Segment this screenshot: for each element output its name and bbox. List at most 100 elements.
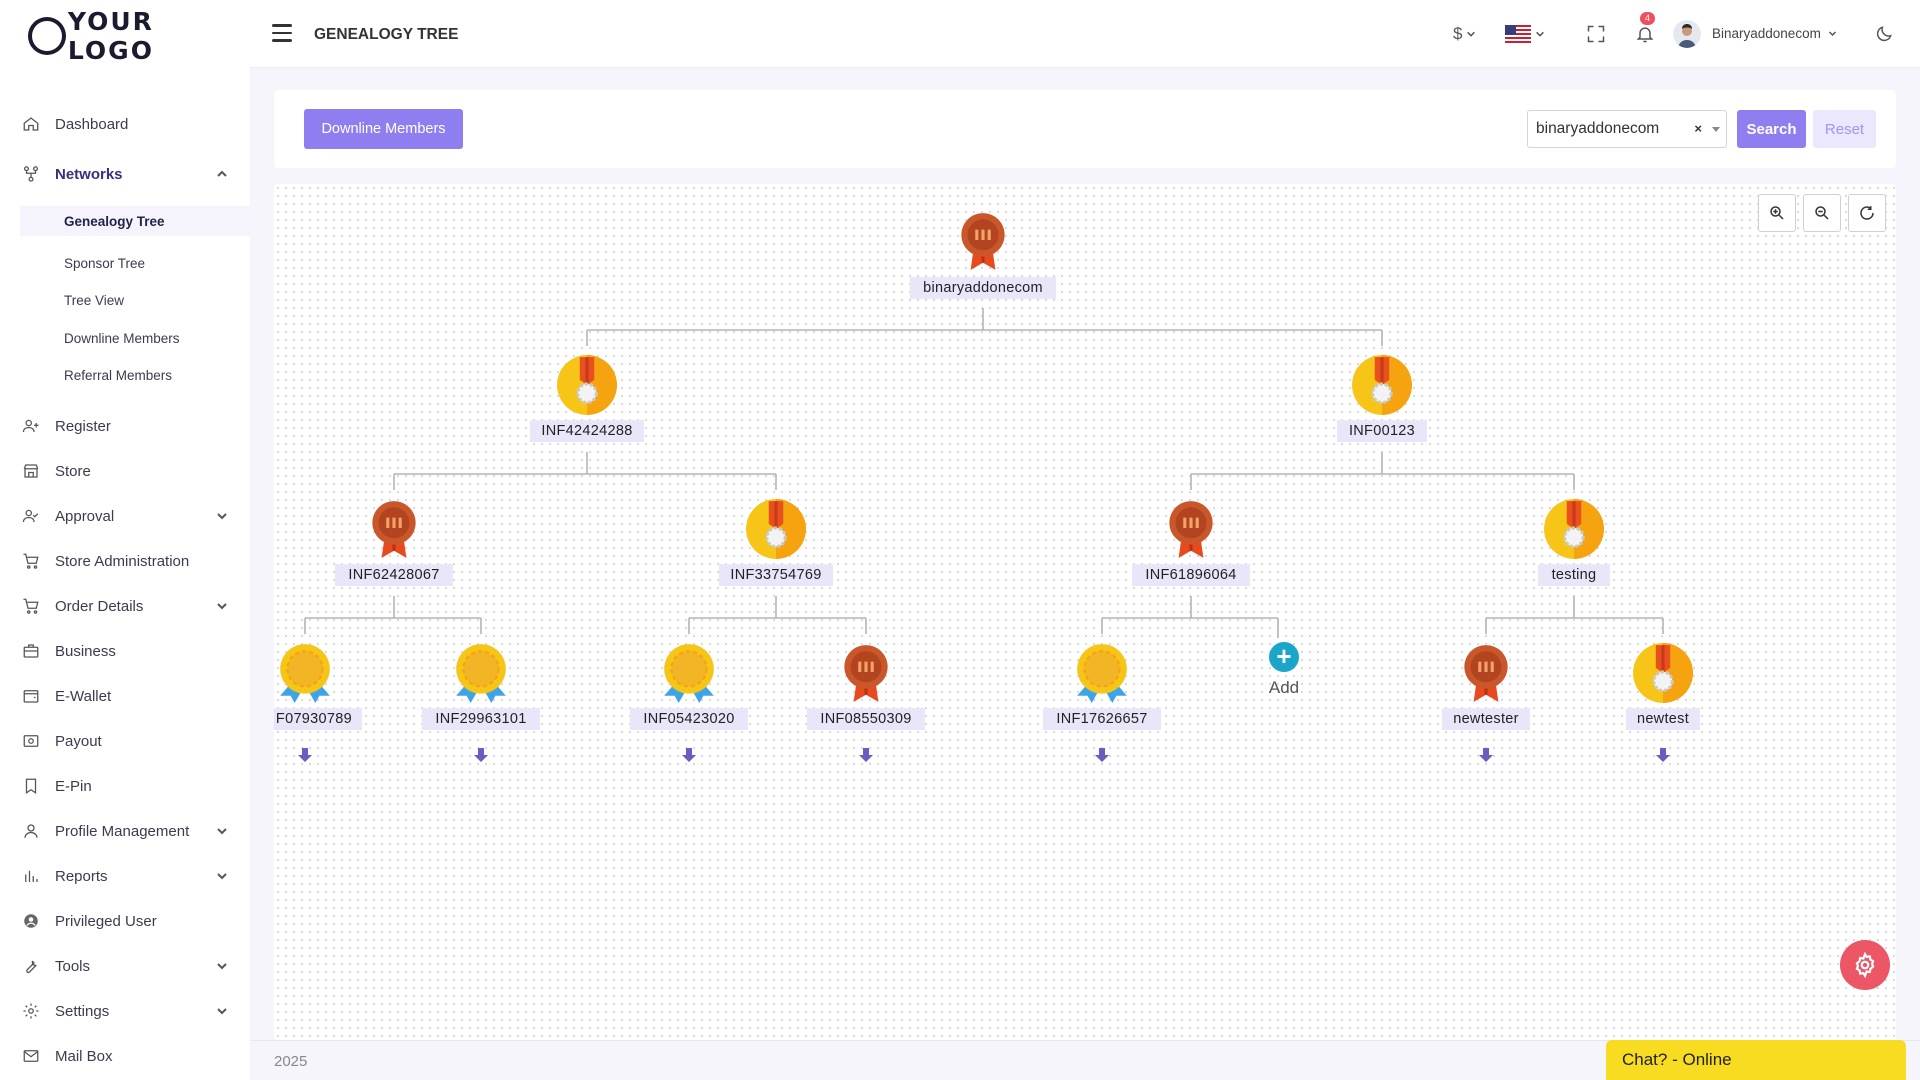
gear-icon [20, 1000, 42, 1022]
sidebar-item-profile-management[interactable]: Profile Management [20, 814, 230, 848]
sidebar-item-label: Register [55, 417, 111, 435]
tree-node-label[interactable]: INF17626657 [1043, 708, 1161, 730]
sidebar-item-business[interactable]: Business [20, 634, 230, 668]
gold-medal-blue-ribbon-icon[interactable] [450, 642, 512, 704]
tree-connector-lines [304, 308, 1664, 638]
chevron-up-icon [216, 167, 230, 181]
hamburger-menu-icon[interactable] [272, 24, 292, 42]
arrow-down-icon[interactable] [472, 746, 490, 764]
sidebar-subitem-genealogy-tree[interactable]: Genealogy Tree [20, 206, 250, 236]
sidebar-item-dashboard[interactable]: Dashboard [20, 107, 230, 141]
arrow-down-icon[interactable] [296, 746, 314, 764]
tree-node-label[interactable]: INF62428067 [335, 564, 453, 586]
gold-medal-blue-ribbon-icon[interactable] [1071, 642, 1133, 704]
sidebar-item-label: Business [55, 642, 116, 660]
tree-node-label[interactable]: binaryaddonecom [910, 277, 1056, 299]
gold-medal-blue-ribbon-icon[interactable] [658, 642, 720, 704]
reset-button[interactable]: Reset [1813, 110, 1876, 148]
dark-mode-icon[interactable] [1874, 20, 1894, 48]
gold-medal-icon[interactable] [556, 354, 618, 416]
sidebar: YOUR LOGO Dashboard Networks Genealogy T… [0, 0, 250, 1080]
zoom-out-icon[interactable] [1803, 194, 1841, 232]
add-member-button[interactable]: + Add [1254, 642, 1314, 702]
gold-medal-icon[interactable] [745, 498, 807, 560]
gold-medal-icon[interactable] [1632, 642, 1694, 704]
user-name: Binaryaddonecom [1712, 26, 1821, 41]
sidebar-subitem-tree-view[interactable]: Tree View [64, 285, 234, 315]
clear-selection-icon[interactable]: × [1694, 121, 1702, 136]
sidebar-item-register[interactable]: Register [20, 409, 230, 443]
chevron-down-icon [1467, 31, 1476, 37]
chevron-down-icon [216, 824, 230, 838]
sidebar-item-label: Approval [55, 507, 115, 525]
user-circle-icon [20, 910, 42, 932]
user-menu[interactable]: Binaryaddonecom [1712, 26, 1837, 41]
tree-node-label[interactable]: INF61896064 [1132, 564, 1250, 586]
sidebar-item-mail-box[interactable]: Mail Box [20, 1039, 230, 1073]
settings-fab-button[interactable] [1840, 940, 1890, 990]
tree-node-label[interactable]: INF29963101 [422, 708, 540, 730]
sidebar-item-approval[interactable]: Approval [20, 499, 230, 533]
reset-zoom-icon[interactable] [1848, 194, 1886, 232]
bronze-medal-icon[interactable] [363, 498, 425, 560]
bronze-medal-icon[interactable] [952, 210, 1014, 272]
sidebar-subitem-sponsor-tree[interactable]: Sponsor Tree [64, 248, 234, 278]
tree-node-label[interactable]: newtest [1626, 708, 1700, 730]
sidebar-item-order-details[interactable]: Order Details [20, 589, 230, 623]
tree-node-label[interactable]: INF42424288 [530, 420, 644, 442]
bronze-medal-icon[interactable] [1455, 642, 1517, 704]
downline-members-button[interactable]: Downline Members [304, 109, 463, 149]
plus-icon: + [1269, 642, 1299, 672]
gold-medal-icon[interactable] [1351, 354, 1413, 416]
sidebar-subitem-downline-members[interactable]: Downline Members [64, 323, 234, 353]
bronze-medal-icon[interactable] [1160, 498, 1222, 560]
logo[interactable]: YOUR LOGO [28, 7, 250, 65]
arrow-down-icon[interactable] [680, 746, 698, 764]
tree-node-label[interactable]: testing [1538, 564, 1610, 586]
bronze-medal-icon[interactable] [835, 642, 897, 704]
sidebar-item-e-wallet[interactable]: E-Wallet [20, 679, 230, 713]
sidebar-item-payout[interactable]: Payout [20, 724, 230, 758]
logo-ring-icon [28, 17, 66, 55]
arrow-down-icon[interactable] [857, 746, 875, 764]
chat-widget[interactable]: Chat? - Online [1606, 1040, 1906, 1080]
sidebar-item-label: Settings [55, 1002, 110, 1020]
arrow-down-icon[interactable] [1093, 746, 1111, 764]
sidebar-item-label: Store [55, 462, 91, 480]
genealogy-tree-canvas[interactable]: binaryaddonecom INF42424288 INF00123 INF… [274, 184, 1896, 1040]
user-select-value: binaryaddonecom [1536, 120, 1660, 137]
sidebar-item-label: Tools [55, 957, 91, 975]
language-selector[interactable] [1505, 20, 1545, 48]
sidebar-item-tools[interactable]: Tools [20, 949, 230, 983]
sidebar-item-e-pin[interactable]: E-Pin [20, 769, 230, 803]
sidebar-item-store-administration[interactable]: Store Administration [20, 544, 230, 578]
sidebar-item-settings[interactable]: Settings [20, 994, 230, 1028]
gold-medal-blue-ribbon-icon[interactable] [274, 642, 336, 704]
add-label: Add [1268, 678, 1300, 697]
tree-node-label[interactable]: INF33754769 [719, 564, 833, 586]
tree-node-label[interactable]: INF05423020 [630, 708, 748, 730]
zoom-in-icon[interactable] [1758, 194, 1796, 232]
us-flag-icon [1505, 25, 1531, 43]
tree-node-label[interactable]: newtester [1442, 708, 1530, 730]
sidebar-item-store[interactable]: Store [20, 454, 230, 488]
tree-node-label[interactable]: F07930789 [274, 708, 362, 730]
chevron-down-icon [1536, 31, 1544, 37]
avatar[interactable] [1673, 20, 1701, 48]
currency-selector[interactable]: $ [1453, 20, 1476, 48]
user-select[interactable]: binaryaddonecom × [1527, 110, 1727, 148]
sidebar-item-label: Store Administration [55, 552, 190, 570]
tree-node-label[interactable]: INF08550309 [807, 708, 925, 730]
sidebar-item-label: Privileged User [55, 912, 157, 930]
tree-node-label[interactable]: INF00123 [1337, 420, 1427, 442]
sidebar-subitem-referral-members[interactable]: Referral Members [64, 360, 234, 390]
sidebar-item-networks[interactable]: Networks [20, 157, 230, 191]
arrow-down-icon[interactable] [1477, 746, 1495, 764]
fullscreen-icon[interactable] [1586, 20, 1606, 48]
sidebar-item-reports[interactable]: Reports [20, 859, 230, 893]
sidebar-item-privileged-user[interactable]: Privileged User [20, 904, 230, 938]
wrench-icon [20, 955, 42, 977]
arrow-down-icon[interactable] [1654, 746, 1672, 764]
search-button[interactable]: Search [1737, 110, 1806, 148]
gold-medal-icon[interactable] [1543, 498, 1605, 560]
